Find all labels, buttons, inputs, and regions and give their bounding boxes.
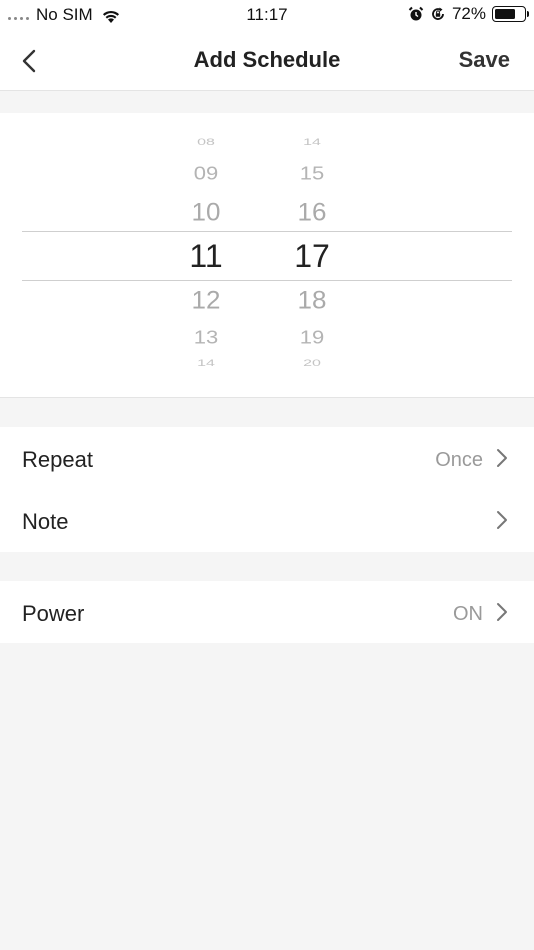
alarm-icon <box>408 6 424 21</box>
power-value: ON <box>453 603 483 625</box>
battery-fill <box>495 9 516 19</box>
note-row[interactable]: Note <box>0 489 534 551</box>
chevron-right-icon <box>497 449 507 467</box>
chevron-right-icon <box>497 603 507 621</box>
save-button[interactable]: Save <box>459 47 510 73</box>
picker-value[interactable]: 16 <box>272 200 352 225</box>
status-right: 72% <box>408 4 529 24</box>
repeat-label: Repeat <box>22 447 93 472</box>
chevron-left-icon <box>22 49 36 73</box>
page-title: Add Schedule <box>193 47 341 72</box>
nav-bar: Add Schedule Save <box>0 30 534 91</box>
chevron-right-icon <box>497 511 507 529</box>
repeat-value: Once <box>435 449 483 471</box>
picker-selected-value[interactable]: 17 <box>272 240 352 272</box>
picker-value[interactable]: 18 <box>272 288 352 313</box>
repeat-row[interactable]: Repeat Once <box>0 427 534 489</box>
hour-wheel[interactable]: 08 09 10 11 12 13 14 <box>166 113 246 398</box>
rotation-lock-icon <box>432 7 444 20</box>
picker-value[interactable]: 19 <box>272 329 352 347</box>
picker-value[interactable]: 08 <box>166 138 246 148</box>
schedule-options-group: Repeat Once Note <box>0 427 534 552</box>
time-picker[interactable]: 08 09 10 11 12 13 14 14 15 16 17 18 19 20 <box>0 113 534 398</box>
battery-icon <box>492 6 529 22</box>
note-label: Note <box>22 509 69 534</box>
picker-value[interactable]: 10 <box>166 200 246 225</box>
picker-selection-bottom-line <box>22 280 512 281</box>
back-button[interactable] <box>14 44 44 78</box>
battery-percent: 72% <box>451 4 486 23</box>
picker-selected-value[interactable]: 11 <box>166 240 246 272</box>
picker-value[interactable]: 12 <box>166 288 246 313</box>
status-bar: No SIM 11:17 72% <box>0 0 534 30</box>
picker-value[interactable]: 14 <box>166 359 246 369</box>
picker-selection-top-line <box>22 231 512 232</box>
power-label: Power <box>22 601 85 626</box>
picker-value[interactable]: 15 <box>272 165 352 183</box>
minute-wheel[interactable]: 14 15 16 17 18 19 20 <box>272 113 352 398</box>
power-row[interactable]: Power ON <box>0 581 534 643</box>
picker-value[interactable]: 09 <box>166 165 246 183</box>
picker-value[interactable]: 14 <box>272 138 352 148</box>
picker-value[interactable]: 13 <box>166 329 246 347</box>
power-group: Power ON <box>0 581 534 643</box>
picker-value[interactable]: 20 <box>272 359 352 369</box>
